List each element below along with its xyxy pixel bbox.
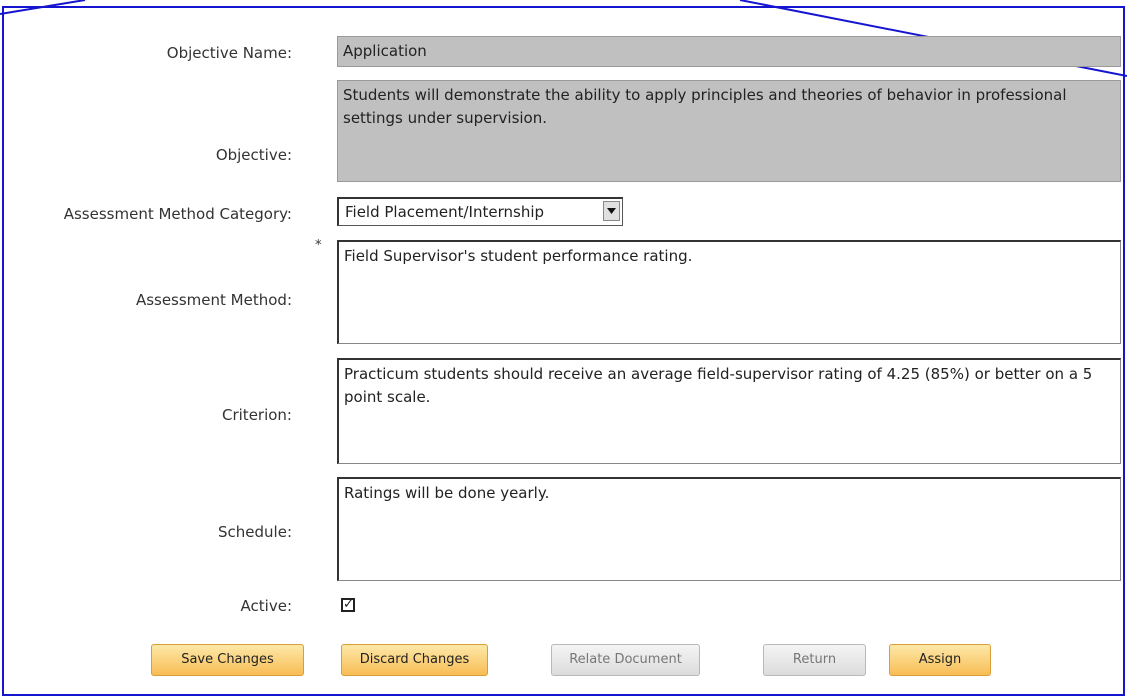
objective-label: Objective:	[215, 146, 292, 164]
save-changes-button[interactable]: Save Changes	[151, 644, 304, 676]
assessment-category-label: Assessment Method Category:	[63, 205, 292, 223]
required-marker: *	[315, 238, 322, 253]
schedule-label: Schedule:	[218, 523, 292, 541]
dropdown-arrow-icon[interactable]	[603, 201, 620, 221]
objective-name-field: Application	[337, 36, 1121, 67]
return-button[interactable]: Return	[763, 644, 866, 676]
active-label: Active:	[240, 597, 292, 615]
objective-field: Students will demonstrate the ability to…	[337, 80, 1121, 182]
active-checkbox[interactable]: ✓	[341, 598, 355, 612]
discard-changes-button[interactable]: Discard Changes	[341, 644, 488, 676]
assessment-method-textarea[interactable]: Field Supervisor's student performance r…	[337, 240, 1121, 344]
checkmark-icon: ✓	[343, 597, 354, 612]
assessment-category-value: Field Placement/Internship	[345, 203, 545, 221]
assessment-method-label: Assessment Method:	[135, 291, 292, 309]
schedule-textarea[interactable]: Ratings will be done yearly.	[337, 477, 1121, 581]
relate-document-button[interactable]: Relate Document	[551, 644, 700, 676]
criterion-textarea[interactable]: Practicum students should receive an ave…	[337, 358, 1121, 464]
criterion-label: Criterion:	[222, 406, 292, 424]
assessment-category-select[interactable]: Field Placement/Internship	[337, 197, 623, 226]
objective-name-label: Objective Name:	[166, 44, 292, 62]
assign-button[interactable]: Assign	[889, 644, 991, 676]
